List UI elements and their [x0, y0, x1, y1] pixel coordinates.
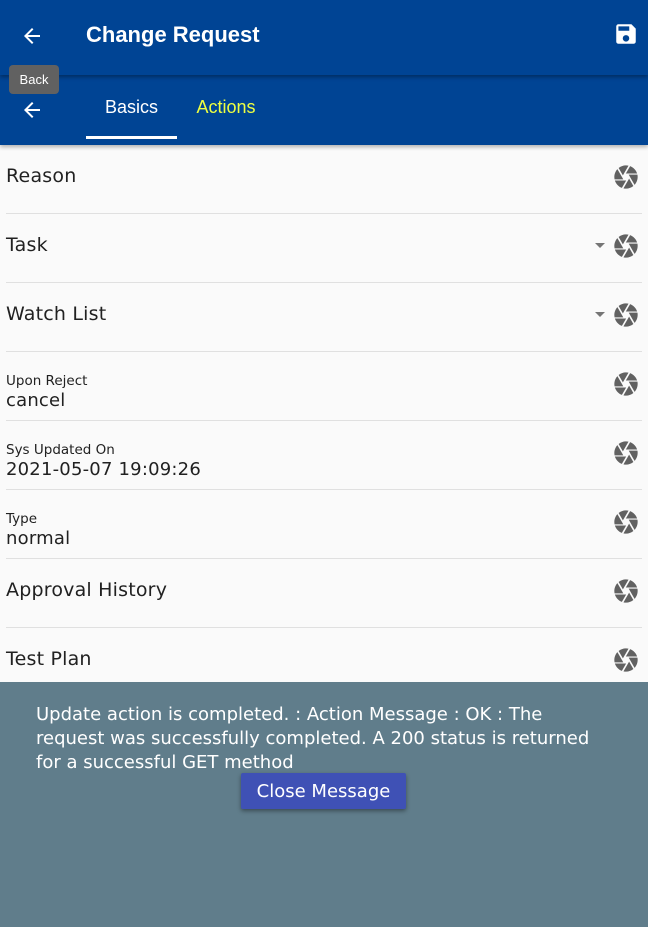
camera-aperture-icon[interactable] [612, 646, 640, 674]
camera-aperture-icon[interactable] [612, 508, 640, 536]
status-message: Update action is completed. : Action Mes… [36, 704, 590, 773]
save-button[interactable] [610, 18, 642, 50]
camera-aperture-icon[interactable] [612, 370, 640, 398]
back-tooltip: Back [9, 65, 59, 94]
field-value: cancel [6, 390, 66, 411]
field-value: 2021-05-07 19:09:26 [6, 459, 201, 480]
field-sys-updated-on[interactable]: Sys Updated On 2021-05-07 19:09:26 [6, 421, 642, 490]
camera-aperture-icon[interactable] [612, 439, 640, 467]
field-approval-history[interactable]: Approval History [6, 559, 642, 628]
tab-bar: Basics Actions [0, 75, 648, 145]
tab-back-button[interactable] [12, 90, 52, 130]
field-label: Type [6, 511, 38, 527]
field-label: Watch List [6, 303, 107, 325]
camera-aperture-icon[interactable] [612, 232, 640, 260]
field-type[interactable]: Type normal [6, 490, 642, 559]
save-floppy-icon [616, 24, 636, 44]
tab-basics[interactable]: Basics [86, 75, 177, 139]
field-reason[interactable]: Reason [6, 145, 642, 214]
field-label: Approval History [6, 579, 168, 601]
camera-aperture-icon[interactable] [612, 577, 640, 605]
arrow-left-icon [24, 28, 40, 44]
field-label: Upon Reject [6, 373, 88, 389]
camera-aperture-icon[interactable] [612, 301, 640, 329]
field-label: Sys Updated On [6, 442, 115, 458]
field-label: Reason [6, 165, 77, 187]
arrow-left-icon [24, 102, 40, 118]
field-upon-reject[interactable]: Upon Reject cancel [6, 352, 642, 421]
message-panel: Update action is completed. : Action Mes… [0, 682, 648, 927]
camera-aperture-icon[interactable] [612, 163, 640, 191]
app-bar: Change Request [0, 0, 648, 75]
dropdown-arrow-icon[interactable] [595, 241, 605, 251]
field-label: Task [6, 234, 48, 256]
field-value: normal [6, 528, 71, 549]
close-message-button[interactable]: Close Message [241, 773, 406, 809]
dropdown-arrow-icon[interactable] [595, 310, 605, 320]
active-tab-indicator [86, 136, 177, 139]
field-task[interactable]: Task [6, 214, 642, 283]
page-title: Change Request [86, 22, 260, 47]
field-watch-list[interactable]: Watch List [6, 283, 642, 352]
tab-actions[interactable]: Actions [177, 75, 275, 139]
field-label: Test Plan [6, 648, 92, 670]
back-button[interactable] [12, 16, 52, 56]
